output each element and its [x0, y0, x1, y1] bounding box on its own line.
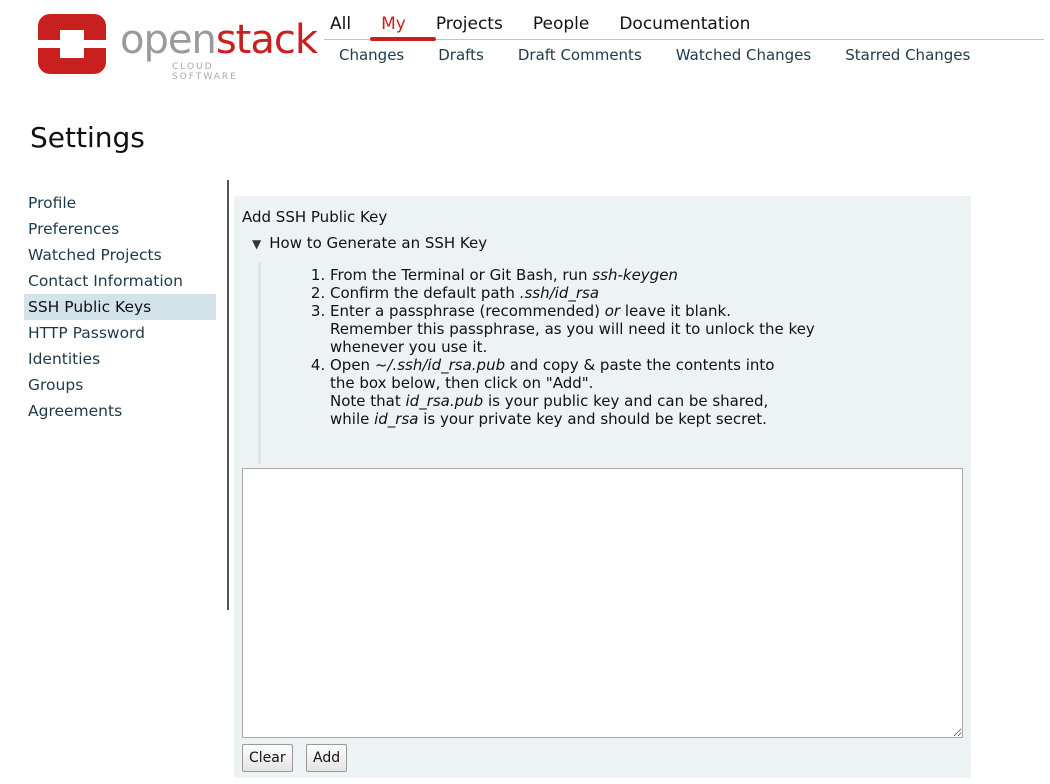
logo-wordmark: openstack: [120, 17, 318, 63]
step-2: Confirm the default path .ssh/id_rsa: [330, 284, 890, 302]
step-1: From the Terminal or Git Bash, run ssh-k…: [330, 266, 890, 284]
sub-menu-draft-comments[interactable]: Draft Comments: [518, 46, 642, 64]
sidebar-item-contact-information[interactable]: Contact Information: [24, 268, 216, 294]
sidebar-item-preferences[interactable]: Preferences: [24, 216, 216, 242]
top-menu-documentation[interactable]: Documentation: [619, 14, 750, 34]
sub-menu: Changes Drafts Draft Comments Watched Ch…: [339, 46, 970, 64]
sidebar-item-agreements[interactable]: Agreements: [24, 398, 216, 424]
ssh-key-panel: Add SSH Public Key ▼ How to Generate an S…: [234, 196, 971, 778]
add-button[interactable]: Add: [306, 744, 348, 772]
sidebar-item-profile[interactable]: Profile: [24, 190, 216, 216]
openstack-logo[interactable]: openstack CLOUD SOFTWARE: [38, 14, 318, 82]
top-menu: All My Projects People Documentation: [330, 14, 780, 34]
step-4: Open ~/.ssh/id_rsa.pub and copy & paste …: [330, 356, 890, 428]
step-3: Enter a passphrase (recommended) or leav…: [330, 302, 890, 356]
top-menu-people[interactable]: People: [533, 14, 589, 34]
howto-steps: From the Terminal or Git Bash, run ssh-k…: [304, 266, 890, 428]
sub-menu-starred-changes[interactable]: Starred Changes: [845, 46, 970, 64]
sidebar-item-watched-projects[interactable]: Watched Projects: [24, 242, 216, 268]
openstack-logo-icon: [38, 14, 106, 74]
clear-button[interactable]: Clear: [242, 744, 293, 772]
logo-subtitle: CLOUD SOFTWARE: [172, 62, 238, 82]
ssh-key-textarea[interactable]: [242, 468, 963, 738]
settings-sidebar: Profile Preferences Watched Projects Con…: [24, 190, 216, 424]
page-title: Settings: [30, 121, 145, 154]
howto-toggle[interactable]: ▼ How to Generate an SSH Key: [252, 234, 487, 252]
sidebar-item-ssh-public-keys[interactable]: SSH Public Keys: [24, 294, 216, 320]
sidebar-item-identities[interactable]: Identities: [24, 346, 216, 372]
sub-menu-watched-changes[interactable]: Watched Changes: [676, 46, 811, 64]
howto-guide-border: [258, 262, 261, 464]
panel-title: Add SSH Public Key: [242, 208, 388, 226]
top-menu-projects[interactable]: Projects: [436, 14, 503, 34]
top-menu-all[interactable]: All: [330, 14, 351, 34]
sidebar-item-groups[interactable]: Groups: [24, 372, 216, 398]
active-tab-indicator: [370, 37, 436, 41]
triangle-down-icon[interactable]: ▼: [252, 237, 261, 251]
sidebar-divider: [227, 180, 229, 610]
howto-label: How to Generate an SSH Key: [269, 234, 488, 252]
sub-menu-changes[interactable]: Changes: [339, 46, 404, 64]
sub-menu-drafts[interactable]: Drafts: [438, 46, 484, 64]
sidebar-item-http-password[interactable]: HTTP Password: [24, 320, 216, 346]
top-menu-my[interactable]: My: [381, 14, 406, 34]
